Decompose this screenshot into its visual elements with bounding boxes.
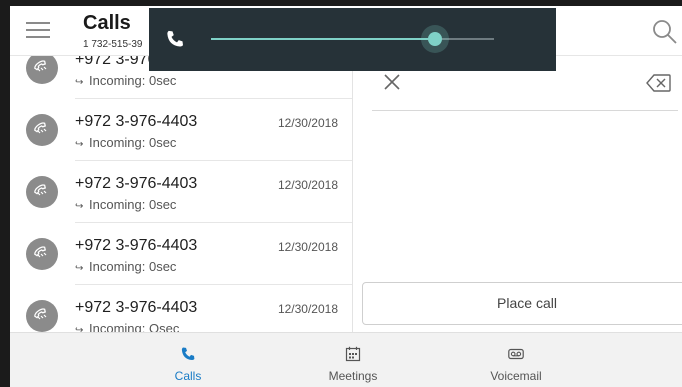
avatar (26, 56, 58, 84)
call-number: +972 3-976-4403 (75, 175, 198, 192)
backspace-icon[interactable] (646, 73, 672, 93)
call-status-text: Incoming: 0sec (89, 73, 177, 88)
incoming-call-icon: ↪ (75, 139, 84, 150)
call-number: +972 3-976 (75, 56, 157, 68)
call-status: ↪ Incoming: 0sec (75, 73, 176, 88)
call-list-item[interactable]: +972 3-976-4403 ↪ Incoming: Osec 12/30/2018 (10, 285, 352, 333)
hamburger-icon[interactable] (26, 20, 50, 40)
call-date: 12/30/2018 (277, 240, 338, 254)
volume-popup (149, 8, 556, 71)
phone-handset-icon (34, 184, 47, 196)
call-status: ↪ Incoming: 0sec (75, 197, 176, 212)
avatar (26, 300, 58, 332)
tab-voicemail[interactable]: Voicemail (466, 333, 566, 387)
call-list-item[interactable]: +972 3-976-4403 ↪ Incoming: 0sec 12/30/2018 (10, 161, 352, 223)
call-date: 12/30/2018 (277, 116, 338, 130)
tab-voicemail-label: Voicemail (490, 369, 542, 383)
tab-meetings-label: Meetings (328, 369, 378, 383)
avatar (26, 176, 58, 208)
phone-icon (181, 347, 195, 361)
call-number: +972 3-976-4403 (75, 113, 198, 130)
phone-handset-icon (34, 246, 47, 258)
volume-slider-fill (211, 38, 435, 40)
voicemail-icon (508, 348, 524, 360)
call-list-item[interactable]: +972 3-976-4403 ↪ Incoming: 0sec 12/30/2018 (10, 99, 352, 161)
search-icon[interactable] (652, 19, 678, 45)
tab-meetings[interactable]: Meetings (303, 333, 403, 387)
tab-calls[interactable]: Calls (138, 333, 238, 387)
incoming-call-icon: ↪ (75, 263, 84, 274)
call-number: +972 3-976-4403 (75, 237, 198, 254)
close-icon[interactable] (382, 72, 402, 92)
call-number: +972 3-976-4403 (75, 299, 198, 316)
pane-divider (352, 56, 353, 333)
phone-handset-icon (34, 122, 47, 134)
incoming-call-icon: ↪ (75, 201, 84, 212)
call-status-text: Incoming: 0sec (89, 197, 177, 212)
call-status: ↪ Incoming: 0sec (75, 259, 176, 274)
volume-slider[interactable] (211, 25, 494, 53)
avatar (26, 114, 58, 146)
volume-slider-thumb[interactable] (428, 32, 442, 46)
call-date: 12/30/2018 (277, 178, 338, 192)
calendar-icon (345, 346, 361, 362)
call-status-text: Incoming: 0sec (89, 135, 177, 150)
call-list-item[interactable]: +972 3-976-4403 ↪ Incoming: 0sec 12/30/2018 (10, 223, 352, 285)
phone-handset-icon (34, 60, 47, 72)
call-history-list: +972 3-976 ↪ Incoming: 0sec +972 3-976-4403… (10, 56, 352, 333)
incoming-call-icon: ↪ (75, 77, 84, 88)
phone-icon (167, 30, 183, 47)
call-status: ↪ Incoming: 0sec (75, 135, 176, 150)
phone-handset-icon (34, 308, 47, 320)
call-date: 12/30/2018 (277, 302, 338, 316)
page-title: Calls (83, 12, 131, 34)
call-status-text: Incoming: 0sec (89, 259, 177, 274)
avatar (26, 238, 58, 270)
bottom-navigation: Calls Meetings Voicemail (10, 332, 682, 387)
line-number: 1 732-515-39 (83, 39, 143, 50)
tab-calls-label: Calls (174, 369, 202, 383)
place-call-button[interactable]: Place call (362, 282, 682, 325)
dial-input-underline (372, 110, 678, 111)
